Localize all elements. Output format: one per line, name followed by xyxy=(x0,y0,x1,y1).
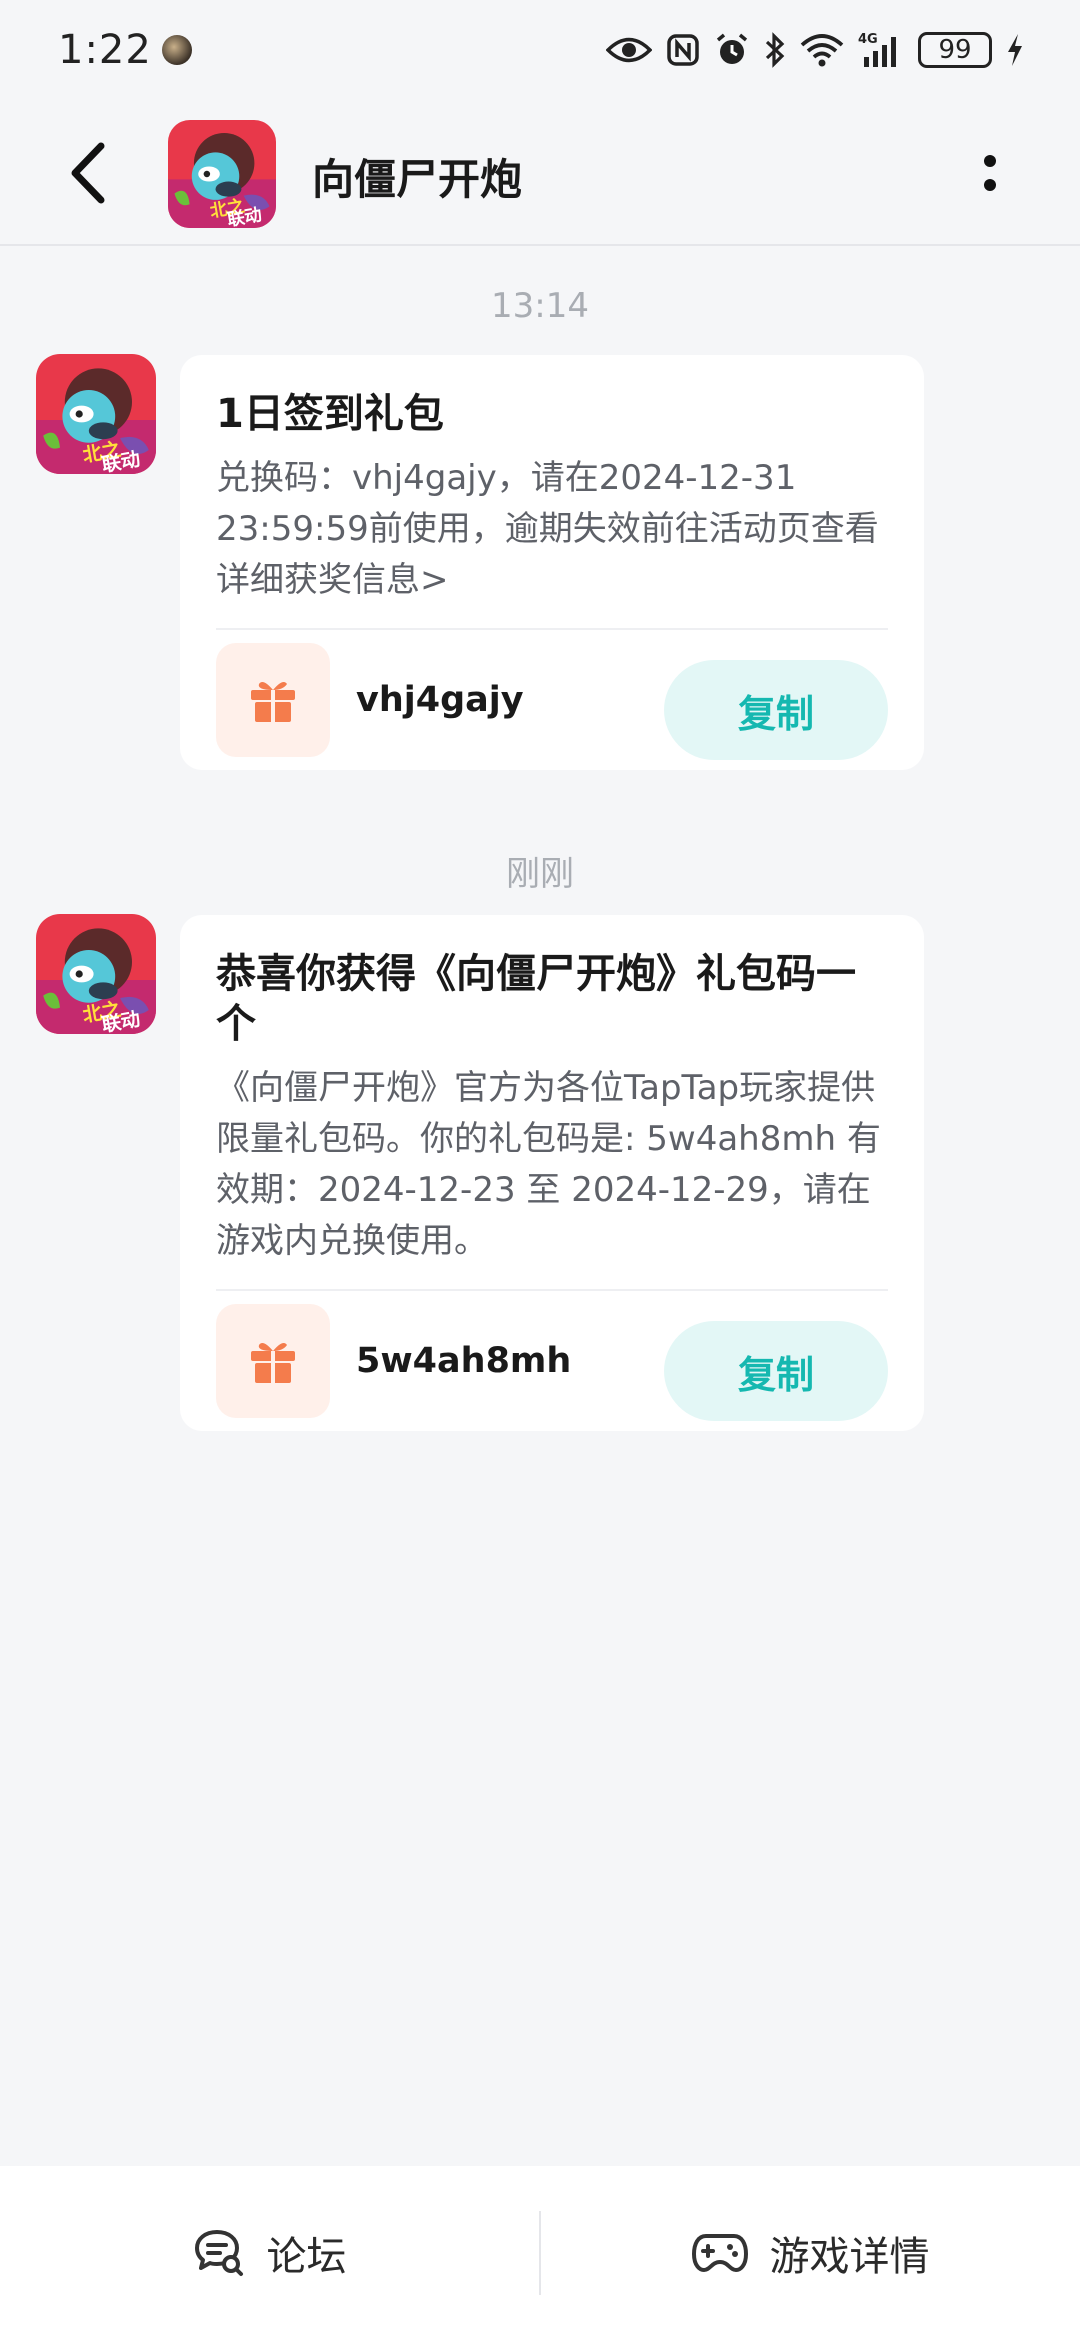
game-icon[interactable]: 北之 联动 xyxy=(168,120,276,228)
gift-box xyxy=(216,1304,330,1418)
message-timestamp: 刚刚 xyxy=(506,854,574,894)
forum-tab[interactable]: 论坛 xyxy=(0,2166,539,2340)
game-logo-icon: 北之 联动 xyxy=(168,120,276,228)
gift-code: 5w4ah8mh xyxy=(356,1341,572,1381)
message-body[interactable]: 兑换码：vhj4gajy，请在2024-12-31 23:59:59前使用，逾期… xyxy=(216,453,888,606)
page-title: 向僵尸开炮 xyxy=(312,155,523,204)
bottom-bar: 论坛 游戏详情 xyxy=(0,2166,1080,2340)
chat-header: 北之 联动 向僵尸开炮 xyxy=(0,100,1080,246)
notification-avatar-icon xyxy=(161,35,192,65)
gift-code-row: 5w4ah8mh 复制 xyxy=(216,1291,888,1431)
copy-button[interactable]: 复制 xyxy=(664,1321,888,1421)
status-left: 1:22 xyxy=(58,27,192,73)
alarm-icon xyxy=(716,33,748,64)
status-bar: 1:22 4G 99 xyxy=(0,0,1080,100)
status-icons: 4G 99 xyxy=(606,31,1024,69)
message-timestamp: 13:14 xyxy=(491,286,589,326)
wifi-icon xyxy=(800,34,844,67)
more-dot-icon xyxy=(984,155,996,167)
svg-text:4G: 4G xyxy=(858,32,878,47)
game-logo-icon: 北之 联动 xyxy=(36,914,156,1034)
signal-4g-icon: 4G xyxy=(858,32,896,67)
eye-icon xyxy=(606,37,652,63)
forum-icon xyxy=(194,2230,243,2276)
sender-avatar[interactable]: 北之 联动 xyxy=(36,914,156,1034)
gift-code: vhj4gajy xyxy=(356,680,524,720)
gift-code-row: vhj4gajy 复制 xyxy=(216,630,888,770)
chevron-left-icon xyxy=(71,142,105,204)
bluetooth-icon xyxy=(765,32,785,68)
gamepad-icon xyxy=(691,2234,748,2272)
copy-button[interactable]: 复制 xyxy=(664,660,888,760)
battery-icon: 99 xyxy=(918,32,992,68)
gift-message-card: 1日签到礼包 兑换码：vhj4gajy，请在2024-12-31 23:59:5… xyxy=(180,355,924,770)
forum-label: 论坛 xyxy=(266,2234,347,2280)
back-button[interactable] xyxy=(52,138,122,208)
message-title: 恭喜你获得《向僵尸开炮》礼包码一个 xyxy=(216,951,856,1047)
message-body: 《向僵尸开炮》官方为各位TapTap玩家提供限量礼包码。你的礼包码是: 5w4a… xyxy=(216,1068,881,1261)
game-details-label: 游戏详情 xyxy=(769,2234,930,2280)
game-details-tab[interactable]: 游戏详情 xyxy=(541,2166,1080,2340)
more-dot-icon xyxy=(984,179,996,191)
nfc-icon xyxy=(667,34,699,66)
gift-icon xyxy=(251,1343,295,1383)
gift-box xyxy=(216,643,330,757)
more-button[interactable] xyxy=(960,138,1020,208)
gift-message-card: 恭喜你获得《向僵尸开炮》礼包码一个 《向僵尸开炮》官方为各位TapTap玩家提供… xyxy=(180,915,924,1431)
status-time: 1:22 xyxy=(58,27,152,73)
charging-icon xyxy=(1008,34,1022,66)
sender-avatar[interactable]: 北之 联动 xyxy=(36,354,156,474)
message-title: 1日签到礼包 xyxy=(216,391,444,437)
game-logo-icon: 北之 联动 xyxy=(36,354,156,474)
gift-icon xyxy=(251,682,295,722)
